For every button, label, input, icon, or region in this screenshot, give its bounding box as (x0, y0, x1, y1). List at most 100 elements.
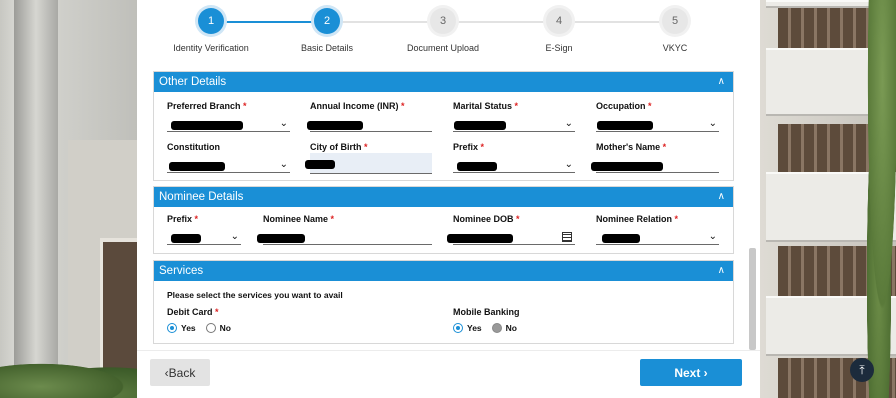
prefix-select[interactable]: ⌄ (453, 159, 575, 173)
chevron-down-icon: ⌄ (279, 159, 288, 170)
field-label: Preferred Branch (167, 101, 241, 111)
nominee-details-section: Nominee Details ∧ Prefix * ⌄ Nominee Nam… (153, 186, 734, 254)
required-marker: * (514, 101, 519, 111)
field-label: Nominee Name (263, 214, 329, 224)
step-number: 1 (198, 8, 224, 34)
step-number: 5 (662, 8, 688, 34)
step-label: Identity Verification (173, 43, 249, 53)
step-identity-verification[interactable]: 1 Identity Verification (156, 8, 266, 53)
arrow-to-top-icon[interactable]: ⤒ (850, 358, 874, 382)
required-marker: * (194, 214, 199, 224)
step-label: Document Upload (406, 43, 480, 53)
required-marker: * (364, 142, 368, 152)
occupation-field: Occupation * ⌄ (596, 101, 719, 132)
mothers-name-input[interactable] (591, 159, 719, 173)
required-marker: * (215, 307, 219, 317)
mobile-banking-field: Mobile Banking (453, 307, 653, 317)
calendar-icon[interactable] (562, 232, 572, 242)
field-label: Mobile Banking (453, 307, 520, 317)
section-title: Nominee Details (159, 191, 244, 203)
step-e-sign[interactable]: 4 E-Sign (504, 8, 614, 53)
other-details-section: Other Details ∧ Preferred Branch * ⌄ Ann… (153, 71, 734, 181)
field-label: Constitution (167, 142, 220, 152)
step-label: E-Sign (545, 43, 573, 53)
nominee-prefix-field: Prefix * ⌄ (167, 214, 241, 245)
chevron-up-icon[interactable]: ∧ (718, 72, 725, 92)
chevron-down-icon: ⌄ (708, 118, 717, 129)
constitution-field: Constitution ⌄ (167, 142, 290, 173)
nominee-name-field: Nominee Name * (257, 214, 432, 245)
radio-unselected-icon[interactable] (205, 323, 216, 333)
field-label: Mother's Name (596, 142, 661, 152)
step-label: Basic Details (300, 43, 354, 53)
nominee-prefix-select[interactable]: ⌄ (167, 231, 241, 245)
nominee-relation-select[interactable]: ⌄ (596, 231, 719, 245)
field-label: City of Birth (310, 142, 362, 152)
required-marker: * (330, 214, 335, 224)
mothers-name-field: Mother's Name * (591, 142, 719, 173)
city-of-birth-input[interactable] (305, 153, 432, 174)
debit-card-field: Debit Card * (167, 307, 367, 317)
step-number: 2 (314, 8, 340, 34)
field-label: Annual Income (INR) (310, 101, 399, 111)
radio-unselected-icon[interactable] (491, 323, 502, 333)
required-marker: * (401, 101, 405, 111)
step-vkyc[interactable]: 5 VKYC (620, 8, 730, 53)
debit-card-no[interactable]: No (205, 323, 231, 333)
background-building-right (760, 0, 896, 398)
required-marker: * (648, 101, 652, 111)
step-basic-details[interactable]: 2 Basic Details (272, 8, 382, 53)
mobile-banking-options: Yes No (453, 323, 527, 333)
annual-income-input[interactable] (307, 118, 432, 132)
services-prompt: Please select the services you want to a… (167, 290, 343, 300)
field-label: Occupation (596, 101, 646, 111)
field-label: Nominee Relation (596, 214, 673, 224)
scrollbar-thumb[interactable] (749, 248, 756, 350)
annual-income-field: Annual Income (INR) * (307, 101, 432, 132)
required-marker: * (480, 142, 485, 152)
services-section: Services ∧ Please select the services yo… (153, 260, 734, 344)
debit-card-yes[interactable]: Yes (167, 323, 196, 333)
nominee-dob-field: Nominee DOB * (447, 214, 575, 245)
section-title: Other Details (159, 76, 227, 88)
nominee-details-header[interactable]: Nominee Details ∧ (154, 187, 733, 207)
chevron-down-icon: ⌄ (279, 118, 288, 129)
mobile-banking-no[interactable]: No (491, 323, 517, 333)
step-number: 4 (546, 8, 572, 34)
preferred-branch-select[interactable]: ⌄ (167, 118, 290, 132)
chevron-right-icon: › (703, 365, 708, 380)
field-label: Marital Status (453, 101, 513, 111)
field-label: Prefix (453, 142, 479, 152)
nominee-dob-input[interactable] (447, 231, 575, 245)
other-details-header[interactable]: Other Details ∧ (154, 72, 733, 92)
chevron-down-icon: ⌄ (564, 159, 573, 170)
back-button[interactable]: ‹Back (150, 359, 210, 386)
chevron-up-icon[interactable]: ∧ (718, 187, 725, 207)
mobile-banking-yes[interactable]: Yes (453, 323, 482, 333)
background-building-left (0, 0, 137, 398)
step-label: VKYC (662, 43, 688, 53)
required-marker: * (243, 101, 247, 111)
occupation-select[interactable]: ⌄ (596, 118, 719, 132)
field-label: Debit Card (167, 307, 213, 317)
next-button[interactable]: Next › (640, 359, 742, 386)
marital-status-field: Marital Status * ⌄ (453, 101, 575, 132)
preferred-branch-field: Preferred Branch * ⌄ (167, 101, 290, 132)
form-footer: ‹Back Next › (137, 350, 760, 398)
radio-selected-icon[interactable] (453, 323, 463, 333)
radio-selected-icon[interactable] (167, 323, 177, 333)
chevron-down-icon: ⌄ (230, 231, 239, 242)
nominee-name-input[interactable] (257, 231, 432, 245)
chevron-up-icon[interactable]: ∧ (718, 261, 725, 281)
prefix-field: Prefix * ⌄ (453, 142, 575, 173)
section-title: Services (159, 265, 204, 277)
marital-status-select[interactable]: ⌄ (453, 118, 575, 132)
debit-card-options: Yes No (167, 323, 241, 333)
onboarding-panel: 1 Identity Verification 2 Basic Details … (137, 0, 760, 398)
chevron-down-icon: ⌄ (708, 231, 717, 242)
services-header[interactable]: Services ∧ (154, 261, 733, 281)
constitution-select[interactable]: ⌄ (167, 159, 290, 173)
progress-stepper: 1 Identity Verification 2 Basic Details … (137, 8, 760, 64)
step-document-upload[interactable]: 3 Document Upload (388, 8, 498, 53)
chevron-down-icon: ⌄ (564, 118, 573, 129)
